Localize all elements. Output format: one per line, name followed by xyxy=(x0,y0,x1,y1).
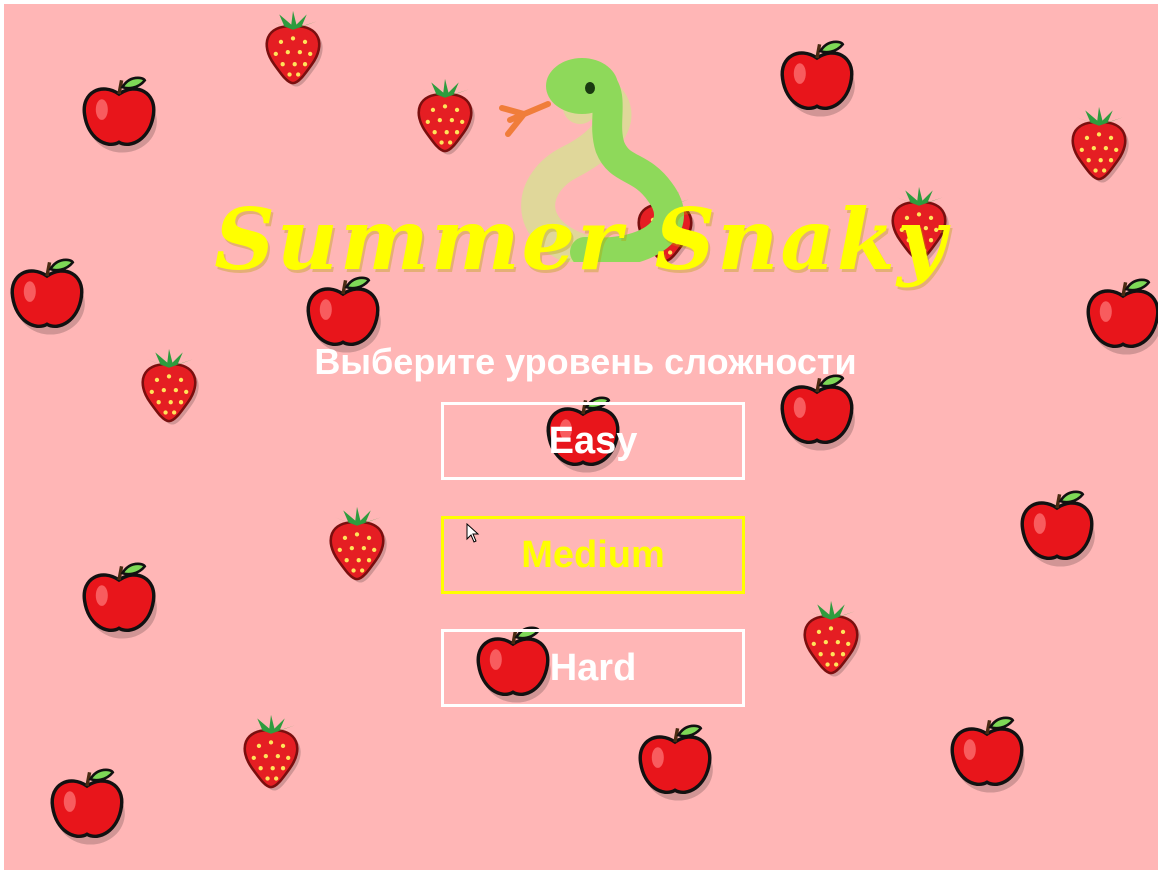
strawberry-icon xyxy=(1056,100,1142,186)
strawberry-icon xyxy=(402,72,488,158)
strawberry-icon xyxy=(314,500,400,586)
apple-icon xyxy=(774,34,860,120)
apple-icon xyxy=(76,556,162,642)
apple-icon xyxy=(44,762,130,848)
medium-button[interactable]: Medium xyxy=(441,516,745,594)
strawberry-icon xyxy=(250,4,336,90)
apple-icon xyxy=(944,710,1030,796)
easy-button[interactable]: Easy xyxy=(441,402,745,480)
cursor-arrow-icon xyxy=(466,523,480,543)
strawberry-icon xyxy=(228,708,314,794)
game-screen: Summer Snaky Выберите уровень сложности … xyxy=(4,4,1158,870)
apple-icon xyxy=(632,718,718,804)
difficulty-prompt: Выберите уровень сложности xyxy=(314,341,857,382)
hard-button[interactable]: Hard xyxy=(441,629,745,707)
game-title: Summer Snaky xyxy=(214,190,948,289)
apple-icon xyxy=(1014,484,1100,570)
apple-icon xyxy=(76,70,162,156)
strawberry-icon xyxy=(788,594,874,680)
